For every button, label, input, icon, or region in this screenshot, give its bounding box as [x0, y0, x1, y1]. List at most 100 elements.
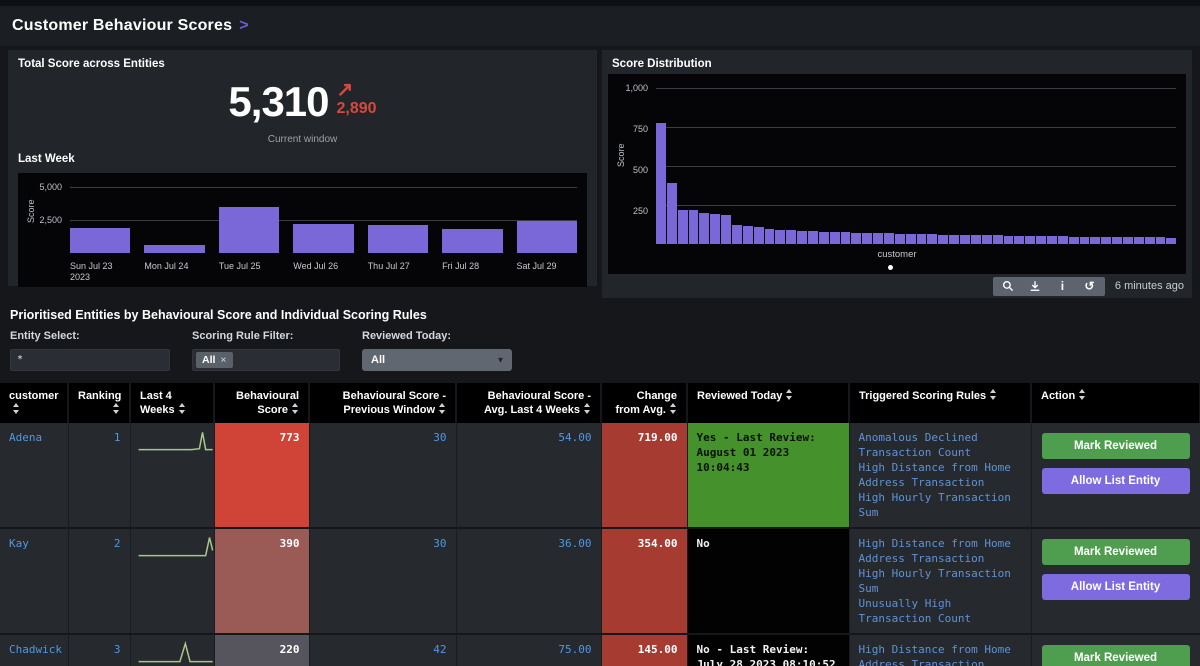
x-tick: Fri Jul 28: [442, 261, 502, 283]
reviewed-today-cell: No: [687, 528, 849, 634]
bar-series: [70, 187, 577, 253]
avg-last4weeks-cell: 54.00: [456, 423, 601, 528]
x-tick: Mon Jul 24: [144, 261, 204, 283]
bar: [1004, 236, 1014, 244]
sort-icon: [786, 389, 793, 400]
rule-link[interactable]: High Distance from Home Address Transact…: [859, 460, 1022, 490]
pagination-dot[interactable]: [888, 265, 893, 270]
column-header-customer[interactable]: customer: [0, 383, 68, 423]
bar: [1047, 236, 1057, 244]
bar: [1014, 236, 1024, 244]
bar: [710, 214, 720, 244]
panel-title-last-week: Last Week: [8, 145, 597, 169]
page-header: Customer Behaviour Scores >: [0, 6, 1200, 46]
info-icon[interactable]: i: [1056, 280, 1069, 293]
ranking-cell: 2: [68, 528, 130, 634]
behavioural-score-cell: 220: [214, 634, 309, 666]
magnifier-icon[interactable]: [1002, 280, 1015, 293]
column-header-triggered-rules[interactable]: Triggered Scoring Rules: [849, 383, 1031, 423]
entity-select-input[interactable]: *: [10, 349, 170, 371]
refresh-icon[interactable]: ↺: [1083, 280, 1096, 293]
column-header-action[interactable]: Action: [1031, 383, 1200, 423]
rule-link[interactable]: Unusually High Transaction Count: [859, 596, 1022, 626]
sparkline-cell: [130, 634, 214, 666]
mark-reviewed-button[interactable]: Mark Reviewed: [1042, 645, 1190, 666]
scoring-rule-filter-input[interactable]: All ×: [192, 349, 340, 371]
ranking-cell: 1: [68, 423, 130, 528]
download-icon[interactable]: [1029, 280, 1042, 293]
x-tick: Thu Jul 27: [368, 261, 428, 283]
column-header-behavioural-score[interactable]: Behavioural Score: [214, 383, 309, 423]
table-row: Kay 2 390 30 36.00 354.00 No High Distan…: [0, 528, 1200, 634]
column-header-change-from-avg[interactable]: Change from Avg.: [601, 383, 687, 423]
bar: [144, 245, 204, 253]
table-header-row: customer Ranking Last 4 Weeks Behavioura…: [0, 383, 1200, 423]
bar: [819, 232, 829, 244]
behavioural-score-cell: 390: [214, 528, 309, 634]
entity-select-value: *: [17, 354, 23, 365]
sort-icon: [990, 389, 997, 400]
column-header-ranking[interactable]: Ranking: [68, 383, 130, 423]
score-distribution-bar-chart: Score 1,000 750 500 250 customer: [608, 74, 1186, 274]
filter-chip[interactable]: All ×: [196, 352, 233, 368]
chevron-down-icon: ▾: [498, 355, 503, 366]
y-tick: 500: [608, 165, 648, 175]
previous-window-cell: 30: [309, 423, 456, 528]
rule-link[interactable]: High Distance from Home Address Transact…: [859, 642, 1022, 666]
allow-list-entity-button[interactable]: Allow List Entity: [1042, 468, 1190, 494]
bar: [884, 233, 894, 244]
filter-bar: Entity Select: * Scoring Rule Filter: Al…: [0, 324, 1200, 381]
bar: [982, 235, 992, 244]
change-from-avg-cell: 719.00: [601, 423, 687, 528]
filter-label: Entity Select:: [10, 330, 170, 342]
y-tick: 1,000: [608, 83, 648, 93]
column-header-previous-window[interactable]: Behavioural Score - Previous Window: [309, 383, 456, 423]
mark-reviewed-button[interactable]: Mark Reviewed: [1042, 539, 1190, 565]
sort-icon: [439, 403, 446, 414]
bar: [1145, 237, 1155, 244]
reviewed-today-select[interactable]: All ▾: [362, 349, 512, 371]
column-header-reviewed-today[interactable]: Reviewed Today: [687, 383, 849, 423]
sort-icon: [179, 403, 186, 414]
filter-label: Reviewed Today:: [362, 330, 512, 342]
customer-link[interactable]: Chadwick: [0, 634, 68, 666]
column-header-last4weeks[interactable]: Last 4 Weeks: [130, 383, 214, 423]
table-row: Adena 1 773 30 54.00 719.00 Yes - Last R…: [0, 423, 1200, 528]
bar: [993, 235, 1003, 244]
bar-series: [656, 88, 1176, 244]
bar: [1166, 238, 1176, 244]
column-header-avg-last4weeks[interactable]: Behavioural Score - Avg. Last 4 Weeks: [456, 383, 601, 423]
sort-icon: [584, 403, 591, 414]
rule-link[interactable]: High Hourly Transaction Sum: [859, 490, 1022, 520]
bar: [293, 224, 353, 253]
sort-icon: [292, 403, 299, 414]
x-tick: Sat Jul 29: [517, 261, 577, 283]
bar: [678, 210, 688, 244]
bar: [927, 234, 937, 244]
rule-link[interactable]: Anomalous Declined Transaction Count: [859, 430, 1022, 460]
bar: [1080, 237, 1090, 244]
rule-link[interactable]: High Hourly Transaction Sum: [859, 566, 1022, 596]
remove-chip-icon[interactable]: ×: [220, 354, 226, 366]
action-cell: Mark Reviewed Allow List Entity: [1031, 634, 1200, 666]
x-tick: Tue Jul 25: [219, 261, 279, 283]
mark-reviewed-button[interactable]: Mark Reviewed: [1042, 433, 1190, 459]
chevron-right-icon[interactable]: >: [239, 17, 248, 35]
x-tick: Sun Jul 23 2023: [70, 261, 130, 283]
allow-list-entity-button[interactable]: Allow List Entity: [1042, 574, 1190, 600]
bar: [1101, 237, 1111, 244]
single-value-caption: Current window: [8, 134, 597, 145]
rule-link[interactable]: High Distance from Home Address Transact…: [859, 536, 1022, 566]
y-axis-label: Score: [616, 143, 626, 167]
customer-link[interactable]: Adena: [0, 423, 68, 528]
bar: [873, 233, 883, 244]
bar: [667, 183, 677, 244]
y-tick: 5,000: [22, 182, 62, 192]
chart-toolbar: i ↺: [993, 277, 1105, 296]
bar: [721, 215, 731, 244]
customer-link[interactable]: Kay: [0, 528, 68, 634]
bar: [775, 230, 785, 244]
table-row: Chadwick 3 220 42 75.00 145.00 No - Last…: [0, 634, 1200, 666]
bar: [960, 235, 970, 244]
bar: [219, 207, 279, 253]
